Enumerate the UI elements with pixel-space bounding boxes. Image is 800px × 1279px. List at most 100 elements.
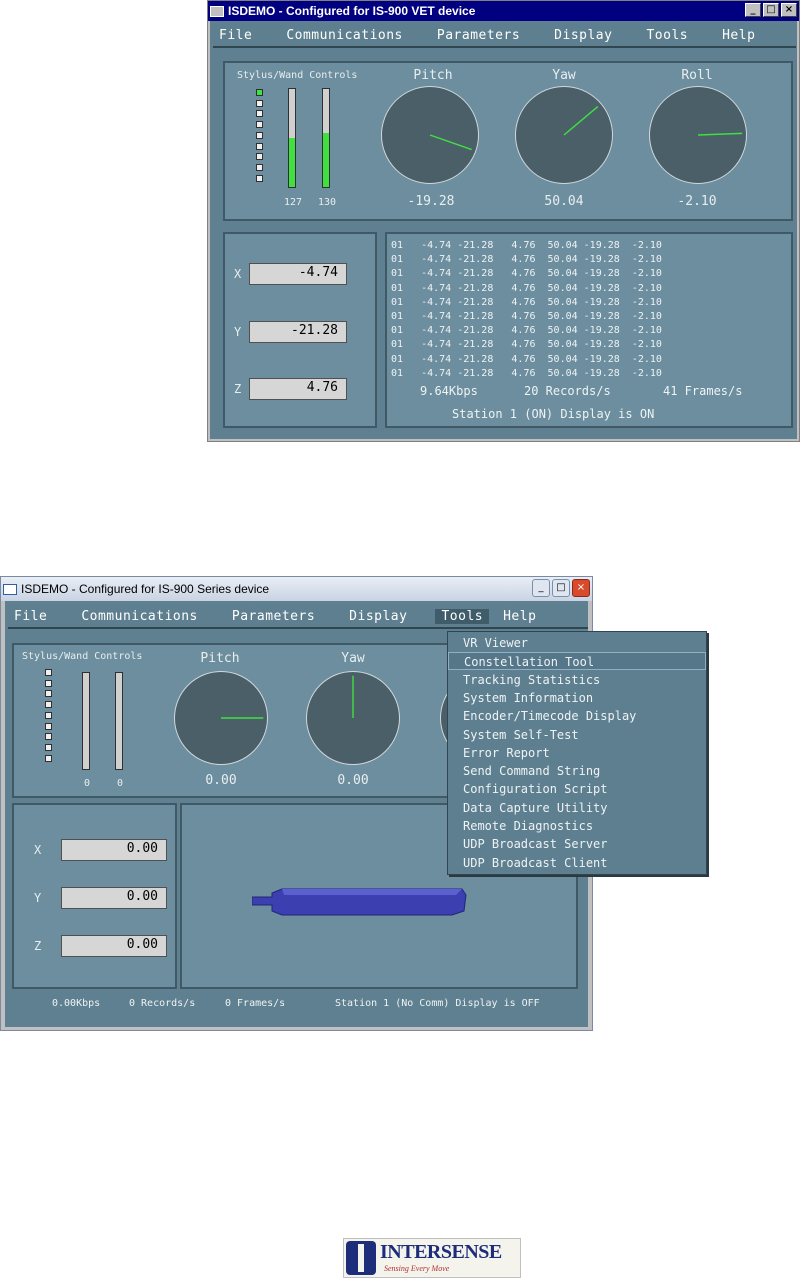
tools-menu-item[interactable]: UDP Broadcast Client	[448, 854, 706, 872]
yaw-title: Yaw	[552, 68, 576, 83]
frames-rate-text: 0 Frames/s	[225, 998, 286, 1009]
yaw-dial	[306, 671, 400, 765]
tools-menu-item[interactable]: UDP Broadcast Server	[448, 835, 706, 853]
station-status: Station 1 (No Comm) Display is OFF	[335, 998, 540, 1009]
tools-menu-item[interactable]: System Self-Test	[448, 726, 706, 744]
bar-fill	[323, 133, 329, 187]
title-bar[interactable]: ISDEMO - Configured for IS-900 VET devic…	[208, 1, 799, 21]
yaw-value: 50.04	[544, 194, 584, 209]
y-label: Y	[234, 325, 242, 339]
indicator-led	[256, 110, 263, 118]
stylus-label: Stylus/Wand Controls	[22, 651, 143, 662]
tools-menu-item[interactable]: Remote Diagnostics	[448, 817, 706, 835]
button-bar-1	[82, 672, 90, 770]
menu-help[interactable]: Help	[497, 609, 542, 624]
record-row: 01 -4.74 -21.28 4.76 50.04 -19.28 -2.10	[391, 282, 662, 294]
minimize-button[interactable]: _	[745, 3, 761, 17]
indicator-led	[45, 690, 52, 698]
yaw-value: 0.00	[337, 773, 369, 788]
menu-file[interactable]: File	[8, 609, 53, 624]
pitch-title: Pitch	[200, 651, 240, 666]
record-row: 01 -4.74 -21.28 4.76 50.04 -19.28 -2.10	[391, 311, 662, 322]
close-button[interactable]: ×	[781, 3, 797, 17]
tools-menu-item[interactable]: Data Capture Utility	[448, 799, 706, 817]
z-label: Z	[234, 382, 242, 396]
maximize-button[interactable]: □	[552, 579, 570, 597]
tools-menu-item[interactable]: System Information	[448, 689, 706, 707]
record-row: 01 -4.74 -21.28 4.76 50.04 -19.28 -2.10	[391, 325, 662, 337]
record-row: 01 -4.74 -21.28 4.76 50.04 -19.28 -2.10	[391, 254, 662, 266]
close-button[interactable]: ×	[572, 579, 590, 597]
logo-brand: INTERSENSE	[380, 1241, 502, 1263]
tools-menu-item[interactable]: Send Command String	[448, 762, 706, 780]
y-field: 0.00	[61, 887, 167, 909]
menu-tools[interactable]: Tools	[640, 28, 694, 43]
menu-file[interactable]: File	[213, 28, 258, 43]
window-title: ISDEMO - Configured for IS-900 VET devic…	[228, 4, 476, 18]
indicator-led	[45, 679, 52, 687]
indicator-led	[45, 754, 52, 762]
position-panel: X -4.74 Y -21.28 Z 4.76	[223, 232, 377, 428]
bar-fill	[289, 138, 295, 187]
menu-display[interactable]: Display	[548, 28, 618, 43]
menu-parameters[interactable]: Parameters	[226, 609, 321, 624]
tools-menu-item[interactable]: VR Viewer	[448, 634, 706, 652]
wand-model	[252, 888, 467, 916]
tools-menu-item[interactable]: Configuration Script	[448, 780, 706, 798]
menu-bar: File Communications Parameters Display T…	[8, 605, 588, 629]
z-field: 0.00	[61, 935, 167, 957]
yaw-title: Yaw	[341, 651, 365, 666]
position-panel: X 0.00 Y 0.00 Z 0.00	[12, 803, 177, 989]
button-bar-2	[115, 672, 123, 770]
window-title: ISDEMO - Configured for IS-900 Series de…	[21, 582, 270, 596]
tools-menu: VR Viewer Constellation Tool Tracking Stat…	[447, 631, 707, 875]
minimize-button[interactable]: _	[532, 579, 550, 597]
controls-panel: Stylus/Wand Controls 127 130 Pitch -19.2…	[223, 61, 793, 221]
button-bar-2	[322, 88, 330, 188]
pitch-value: -19.28	[407, 194, 455, 209]
indicator-led	[45, 701, 52, 709]
intersense-logo: INTERSENSE Sensing Every Move	[343, 1238, 521, 1278]
tools-menu-item[interactable]: Encoder/Timecode Display	[448, 707, 706, 725]
x-label: X	[234, 267, 242, 281]
app-icon	[210, 5, 224, 17]
indicator-led	[256, 153, 263, 161]
frames-rate-text: 41 Frames/s	[663, 384, 743, 398]
z-field: 4.76	[249, 378, 347, 400]
menu-parameters[interactable]: Parameters	[431, 28, 526, 43]
tools-menu-item[interactable]: Constellation Tool	[448, 652, 706, 671]
menu-communications[interactable]: Communications	[280, 28, 409, 43]
indicator-led	[256, 99, 263, 107]
title-bar[interactable]: ISDEMO - Configured for IS-900 Series de…	[1, 577, 592, 601]
records-rate-text: 0 Records/s	[129, 998, 196, 1009]
rate-text: 0.00Kbps	[52, 998, 101, 1009]
y-field: -21.28	[249, 321, 347, 343]
menu-communications[interactable]: Communications	[75, 609, 204, 624]
tools-menu-item[interactable]: Error Report	[448, 744, 706, 762]
indicator-led	[256, 89, 263, 96]
indicator-led	[256, 121, 263, 129]
menu-display[interactable]: Display	[343, 609, 413, 624]
bar-2-value: 0	[117, 778, 124, 789]
tools-menu-item[interactable]: Tracking Statistics	[448, 671, 706, 689]
record-row: 01 -4.74 -21.28 4.76 50.04 -19.28 -2.10	[391, 240, 662, 251]
record-row: 01 -4.74 -21.28 4.76 50.04 -19.28 -2.10	[391, 296, 662, 308]
window-isdemo-vet: ISDEMO - Configured for IS-900 VET devic…	[207, 0, 800, 442]
roll-dial	[649, 86, 747, 184]
pitch-dial	[174, 671, 268, 765]
z-label: Z	[34, 939, 42, 953]
records-rate-text: 20 Records/s	[524, 384, 611, 398]
pitch-title: Pitch	[413, 68, 453, 83]
records-panel: 01 -4.74 -21.28 4.76 50.04 -19.28 -2.10 0…	[385, 232, 793, 428]
menu-tools[interactable]: Tools	[435, 608, 490, 624]
maximize-button[interactable]: □	[763, 3, 779, 17]
client-area: File Communications Parameters Display T…	[210, 21, 797, 439]
bar-1-value: 127	[284, 197, 303, 208]
station-status: Station 1 (ON) Display is ON	[452, 407, 655, 421]
menu-help[interactable]: Help	[716, 28, 761, 43]
indicator-led	[256, 174, 263, 182]
record-row: 01 -4.74 -21.28 4.76 50.04 -19.28 -2.10	[391, 268, 662, 280]
pitch-value: 0.00	[205, 773, 237, 788]
yaw-dial	[515, 86, 613, 184]
stylus-label: Stylus/Wand Controls	[237, 70, 358, 81]
